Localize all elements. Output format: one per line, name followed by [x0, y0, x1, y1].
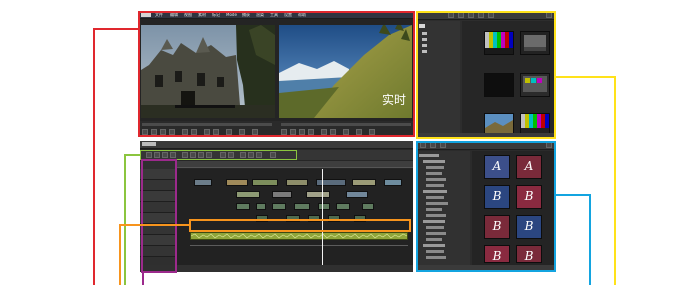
callout-lines	[93, 28, 616, 285]
toolbar-callout-line	[124, 154, 140, 285]
audio-callout-line	[119, 224, 189, 285]
player-callout-line	[93, 28, 138, 285]
effect-bin-callout-line	[556, 194, 591, 285]
source-browser-callout-line	[556, 76, 616, 285]
